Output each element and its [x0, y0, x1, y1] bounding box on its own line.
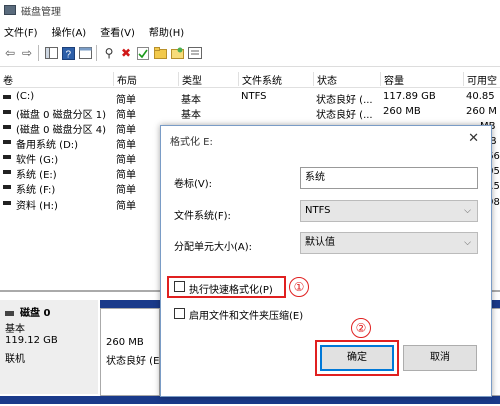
volume-name: 系统 (F:): [16, 185, 56, 196]
partition-size: 260 MB: [106, 337, 144, 348]
volume-icon: [3, 155, 11, 159]
volume-status: 状态良好 (...: [316, 110, 373, 121]
column-type[interactable]: 类型: [178, 72, 202, 87]
volume-name: 系统 (E:): [16, 170, 57, 181]
volume-label-label: 卷标(V):: [174, 179, 213, 190]
volume-capacity: 260 MB: [383, 106, 421, 117]
volume-icon: [3, 110, 11, 114]
volume-label-input[interactable]: 系统: [300, 167, 478, 189]
volume-layout: 简单: [116, 155, 136, 166]
quick-format-checkbox[interactable]: [174, 281, 185, 292]
filesystem-label: 文件系统(F):: [174, 211, 231, 222]
filesystem-value: NTFS: [305, 205, 331, 216]
disk-management-icon: [4, 5, 16, 15]
volume-icon: [3, 125, 11, 129]
column-filesystem[interactable]: 文件系统: [238, 72, 282, 87]
title-bar: 磁盘管理: [0, 0, 500, 20]
volume-icon: [3, 95, 11, 99]
menu-file[interactable]: 文件(F): [4, 24, 38, 39]
volume-type: 基本: [181, 95, 201, 106]
annotation-marker-1: ①: [289, 277, 309, 297]
disk-label: 磁盘 0: [20, 308, 51, 319]
quick-format-label[interactable]: 执行快速格式化(P): [189, 281, 273, 296]
filesystem-select[interactable]: NTFS ⌵: [300, 200, 478, 222]
volume-free: 260 M: [466, 106, 497, 117]
volume-name: 备用系统 (D:): [16, 140, 79, 151]
menu-help[interactable]: 帮助(H): [149, 24, 184, 39]
disk-state: 联机: [5, 354, 25, 365]
volume-fs: NTFS: [241, 91, 267, 102]
svg-text:?: ?: [65, 49, 71, 60]
column-volume[interactable]: 卷: [0, 72, 13, 87]
list-view-icon[interactable]: [187, 44, 203, 62]
help-icon[interactable]: ?: [61, 44, 75, 62]
volume-layout: 简单: [116, 95, 136, 106]
volume-layout: 简单: [116, 125, 136, 136]
annotation-marker-2: ②: [351, 318, 371, 338]
partition-status: 状态良好 (E: [106, 356, 160, 367]
allocation-size-label: 分配单元大小(A):: [174, 242, 253, 253]
volume-name: 软件 (G:): [16, 155, 59, 166]
console-tree-icon[interactable]: [44, 44, 58, 62]
volume-status: 状态良好 (...: [316, 95, 373, 106]
volume-name: 资料 (H:): [16, 201, 58, 212]
volume-name: (磁盘 0 磁盘分区 1): [16, 110, 107, 121]
window-title: 磁盘管理: [21, 6, 61, 18]
dialog-title-bar: 格式化 E: ✕: [161, 126, 491, 152]
chevron-down-icon: ⌵: [464, 238, 471, 248]
column-layout[interactable]: 布局: [113, 72, 137, 87]
disk-info-panel[interactable]: 磁盘 0 基本 119.12 GB 联机: [0, 300, 98, 394]
volume-icon: [3, 170, 11, 174]
volume-name: (C:): [16, 91, 35, 102]
toolbar-separator: [38, 45, 39, 61]
connect-icon[interactable]: ⚲: [102, 44, 116, 62]
toolbar-separator: [96, 45, 97, 61]
volume-icon: [3, 140, 11, 144]
format-dialog: 格式化 E: ✕ 卷标(V): 系统 文件系统(F): NTFS ⌵ 分配单元大…: [160, 125, 492, 397]
volume-list-header: 卷 布局 类型 文件系统 状态 容量 可用空: [0, 70, 500, 88]
back-icon[interactable]: ⇦: [3, 44, 17, 62]
compression-label[interactable]: 启用文件和文件夹压缩(E): [189, 307, 303, 322]
volume-layout: 简单: [116, 110, 136, 121]
open-folder-icon[interactable]: [153, 44, 167, 62]
allocation-size-select[interactable]: 默认值 ⌵: [300, 232, 478, 254]
volume-layout: 简单: [116, 201, 136, 212]
disk-name: 磁盘 0: [5, 304, 50, 319]
volume-free: 40.85: [466, 91, 495, 102]
close-icon[interactable]: ✕: [468, 131, 479, 146]
volume-name: (磁盘 0 磁盘分区 4): [16, 125, 107, 136]
volume-icon: [3, 185, 11, 189]
delete-icon[interactable]: ✖: [119, 44, 133, 62]
menu-action[interactable]: 操作(A): [52, 24, 87, 39]
column-capacity[interactable]: 容量: [380, 72, 404, 87]
forward-icon[interactable]: ⇨: [20, 44, 34, 62]
column-free[interactable]: 可用空: [463, 72, 497, 87]
check-icon[interactable]: [136, 44, 150, 62]
volume-type: 基本: [181, 110, 201, 121]
partition-block[interactable]: 260 MB 状态良好 (E: [100, 308, 160, 396]
partition-footer-bar: [0, 396, 500, 404]
volume-layout: 简单: [116, 185, 136, 196]
volume-icon: [3, 201, 11, 205]
table-row[interactable]: (C:) 简单 基本 NTFS 状态良好 (... 117.89 GB 40.8…: [0, 90, 500, 106]
properties-icon[interactable]: [78, 44, 92, 62]
chevron-down-icon: ⌵: [464, 206, 471, 216]
disk-icon: [5, 310, 14, 316]
ok-button[interactable]: 确定: [320, 345, 394, 371]
disk-type: 基本: [5, 324, 25, 335]
column-status[interactable]: 状态: [313, 72, 337, 87]
menu-bar: 文件(F) 操作(A) 查看(V) 帮助(H): [0, 22, 500, 40]
volume-capacity: 117.89 GB: [383, 91, 436, 102]
disk-size: 119.12 GB: [5, 335, 58, 346]
menu-view[interactable]: 查看(V): [100, 24, 135, 39]
allocation-size-value: 默认值: [305, 237, 335, 248]
table-row[interactable]: (磁盘 0 磁盘分区 1) 简单 基本 状态良好 (... 260 MB 260…: [0, 105, 500, 121]
dialog-title: 格式化 E:: [170, 137, 213, 148]
cancel-button[interactable]: 取消: [403, 345, 477, 371]
compression-checkbox[interactable]: [174, 308, 185, 319]
volume-layout: 简单: [116, 140, 136, 151]
new-folder-icon[interactable]: [170, 44, 184, 62]
volume-layout: 简单: [116, 170, 136, 181]
toolbar: ⇦ ⇨ ? ⚲ ✖: [0, 40, 500, 67]
